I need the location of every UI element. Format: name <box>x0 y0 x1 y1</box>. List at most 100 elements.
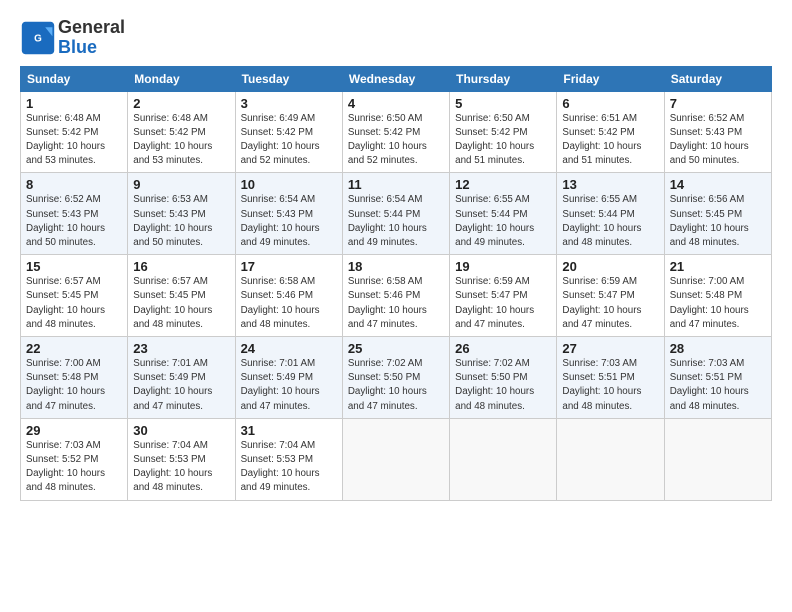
day-number: 16 <box>133 259 229 274</box>
day-detail: Sunrise: 6:59 AM Sunset: 5:47 PM Dayligh… <box>562 275 658 332</box>
day-number: 27 <box>562 341 658 356</box>
day-detail: Sunrise: 6:52 AM Sunset: 5:43 PM Dayligh… <box>670 112 766 169</box>
day-number: 14 <box>670 177 766 192</box>
day-number: 17 <box>241 259 337 274</box>
day-number: 2 <box>133 96 229 111</box>
calendar-cell: 4Sunrise: 6:50 AM Sunset: 5:42 PM Daylig… <box>342 91 449 173</box>
day-number: 29 <box>26 423 122 438</box>
logo-icon: G <box>20 20 56 56</box>
calendar-cell: 30Sunrise: 7:04 AM Sunset: 5:53 PM Dayli… <box>128 418 235 500</box>
calendar-cell <box>557 418 664 500</box>
day-detail: Sunrise: 6:50 AM Sunset: 5:42 PM Dayligh… <box>455 112 551 169</box>
day-number: 22 <box>26 341 122 356</box>
calendar-cell: 18Sunrise: 6:58 AM Sunset: 5:46 PM Dayli… <box>342 255 449 337</box>
day-detail: Sunrise: 6:59 AM Sunset: 5:47 PM Dayligh… <box>455 275 551 332</box>
day-number: 24 <box>241 341 337 356</box>
day-number: 25 <box>348 341 444 356</box>
day-detail: Sunrise: 6:54 AM Sunset: 5:44 PM Dayligh… <box>348 193 444 250</box>
day-number: 11 <box>348 177 444 192</box>
day-detail: Sunrise: 6:54 AM Sunset: 5:43 PM Dayligh… <box>241 193 337 250</box>
day-header-friday: Friday <box>557 66 664 91</box>
calendar-week-3: 15Sunrise: 6:57 AM Sunset: 5:45 PM Dayli… <box>21 255 772 337</box>
day-detail: Sunrise: 7:02 AM Sunset: 5:50 PM Dayligh… <box>348 357 444 414</box>
day-header-wednesday: Wednesday <box>342 66 449 91</box>
calendar-cell: 2Sunrise: 6:48 AM Sunset: 5:42 PM Daylig… <box>128 91 235 173</box>
header: G General Blue <box>20 18 772 58</box>
day-detail: Sunrise: 6:51 AM Sunset: 5:42 PM Dayligh… <box>562 112 658 169</box>
day-detail: Sunrise: 7:00 AM Sunset: 5:48 PM Dayligh… <box>670 275 766 332</box>
logo: G General Blue <box>20 18 125 58</box>
calendar-cell: 14Sunrise: 6:56 AM Sunset: 5:45 PM Dayli… <box>664 173 771 255</box>
day-detail: Sunrise: 7:03 AM Sunset: 5:52 PM Dayligh… <box>26 439 122 496</box>
day-detail: Sunrise: 6:50 AM Sunset: 5:42 PM Dayligh… <box>348 112 444 169</box>
calendar-cell: 13Sunrise: 6:55 AM Sunset: 5:44 PM Dayli… <box>557 173 664 255</box>
calendar-cell: 15Sunrise: 6:57 AM Sunset: 5:45 PM Dayli… <box>21 255 128 337</box>
calendar-cell: 19Sunrise: 6:59 AM Sunset: 5:47 PM Dayli… <box>450 255 557 337</box>
calendar-cell <box>342 418 449 500</box>
day-number: 28 <box>670 341 766 356</box>
day-detail: Sunrise: 6:48 AM Sunset: 5:42 PM Dayligh… <box>26 112 122 169</box>
day-number: 7 <box>670 96 766 111</box>
day-number: 19 <box>455 259 551 274</box>
day-number: 30 <box>133 423 229 438</box>
calendar-cell: 27Sunrise: 7:03 AM Sunset: 5:51 PM Dayli… <box>557 337 664 419</box>
day-detail: Sunrise: 6:56 AM Sunset: 5:45 PM Dayligh… <box>670 193 766 250</box>
calendar-cell: 12Sunrise: 6:55 AM Sunset: 5:44 PM Dayli… <box>450 173 557 255</box>
calendar-cell: 7Sunrise: 6:52 AM Sunset: 5:43 PM Daylig… <box>664 91 771 173</box>
calendar-cell: 22Sunrise: 7:00 AM Sunset: 5:48 PM Dayli… <box>21 337 128 419</box>
day-detail: Sunrise: 7:01 AM Sunset: 5:49 PM Dayligh… <box>133 357 229 414</box>
day-number: 3 <box>241 96 337 111</box>
svg-text:G: G <box>34 33 42 44</box>
day-number: 12 <box>455 177 551 192</box>
calendar-cell: 29Sunrise: 7:03 AM Sunset: 5:52 PM Dayli… <box>21 418 128 500</box>
day-number: 8 <box>26 177 122 192</box>
day-number: 10 <box>241 177 337 192</box>
day-number: 4 <box>348 96 444 111</box>
calendar-cell: 3Sunrise: 6:49 AM Sunset: 5:42 PM Daylig… <box>235 91 342 173</box>
calendar-page: G General Blue SundayMondayTuesdayWednes… <box>0 0 792 511</box>
calendar-week-1: 1Sunrise: 6:48 AM Sunset: 5:42 PM Daylig… <box>21 91 772 173</box>
day-detail: Sunrise: 6:57 AM Sunset: 5:45 PM Dayligh… <box>26 275 122 332</box>
calendar-table: SundayMondayTuesdayWednesdayThursdayFrid… <box>20 66 772 501</box>
calendar-cell: 24Sunrise: 7:01 AM Sunset: 5:49 PM Dayli… <box>235 337 342 419</box>
calendar-week-5: 29Sunrise: 7:03 AM Sunset: 5:52 PM Dayli… <box>21 418 772 500</box>
day-number: 18 <box>348 259 444 274</box>
day-detail: Sunrise: 7:02 AM Sunset: 5:50 PM Dayligh… <box>455 357 551 414</box>
calendar-cell: 17Sunrise: 6:58 AM Sunset: 5:46 PM Dayli… <box>235 255 342 337</box>
calendar-cell: 31Sunrise: 7:04 AM Sunset: 5:53 PM Dayli… <box>235 418 342 500</box>
day-detail: Sunrise: 7:01 AM Sunset: 5:49 PM Dayligh… <box>241 357 337 414</box>
calendar-cell: 6Sunrise: 6:51 AM Sunset: 5:42 PM Daylig… <box>557 91 664 173</box>
logo-text: General Blue <box>58 18 125 58</box>
day-detail: Sunrise: 6:53 AM Sunset: 5:43 PM Dayligh… <box>133 193 229 250</box>
day-detail: Sunrise: 7:00 AM Sunset: 5:48 PM Dayligh… <box>26 357 122 414</box>
calendar-week-2: 8Sunrise: 6:52 AM Sunset: 5:43 PM Daylig… <box>21 173 772 255</box>
day-detail: Sunrise: 7:03 AM Sunset: 5:51 PM Dayligh… <box>670 357 766 414</box>
day-detail: Sunrise: 6:52 AM Sunset: 5:43 PM Dayligh… <box>26 193 122 250</box>
calendar-cell <box>450 418 557 500</box>
day-header-thursday: Thursday <box>450 66 557 91</box>
calendar-cell: 26Sunrise: 7:02 AM Sunset: 5:50 PM Dayli… <box>450 337 557 419</box>
calendar-cell: 11Sunrise: 6:54 AM Sunset: 5:44 PM Dayli… <box>342 173 449 255</box>
day-number: 23 <box>133 341 229 356</box>
day-detail: Sunrise: 6:55 AM Sunset: 5:44 PM Dayligh… <box>562 193 658 250</box>
calendar-cell: 10Sunrise: 6:54 AM Sunset: 5:43 PM Dayli… <box>235 173 342 255</box>
calendar-body: 1Sunrise: 6:48 AM Sunset: 5:42 PM Daylig… <box>21 91 772 500</box>
day-number: 1 <box>26 96 122 111</box>
calendar-cell: 28Sunrise: 7:03 AM Sunset: 5:51 PM Dayli… <box>664 337 771 419</box>
day-header-tuesday: Tuesday <box>235 66 342 91</box>
day-number: 5 <box>455 96 551 111</box>
day-detail: Sunrise: 7:04 AM Sunset: 5:53 PM Dayligh… <box>241 439 337 496</box>
day-number: 21 <box>670 259 766 274</box>
day-detail: Sunrise: 6:49 AM Sunset: 5:42 PM Dayligh… <box>241 112 337 169</box>
logo-blue: Blue <box>58 37 97 57</box>
calendar-cell: 5Sunrise: 6:50 AM Sunset: 5:42 PM Daylig… <box>450 91 557 173</box>
calendar-cell: 20Sunrise: 6:59 AM Sunset: 5:47 PM Dayli… <box>557 255 664 337</box>
day-number: 26 <box>455 341 551 356</box>
calendar-week-4: 22Sunrise: 7:00 AM Sunset: 5:48 PM Dayli… <box>21 337 772 419</box>
day-number: 31 <box>241 423 337 438</box>
calendar-cell: 23Sunrise: 7:01 AM Sunset: 5:49 PM Dayli… <box>128 337 235 419</box>
calendar-cell: 1Sunrise: 6:48 AM Sunset: 5:42 PM Daylig… <box>21 91 128 173</box>
day-header-sunday: Sunday <box>21 66 128 91</box>
calendar-cell: 21Sunrise: 7:00 AM Sunset: 5:48 PM Dayli… <box>664 255 771 337</box>
day-detail: Sunrise: 6:55 AM Sunset: 5:44 PM Dayligh… <box>455 193 551 250</box>
